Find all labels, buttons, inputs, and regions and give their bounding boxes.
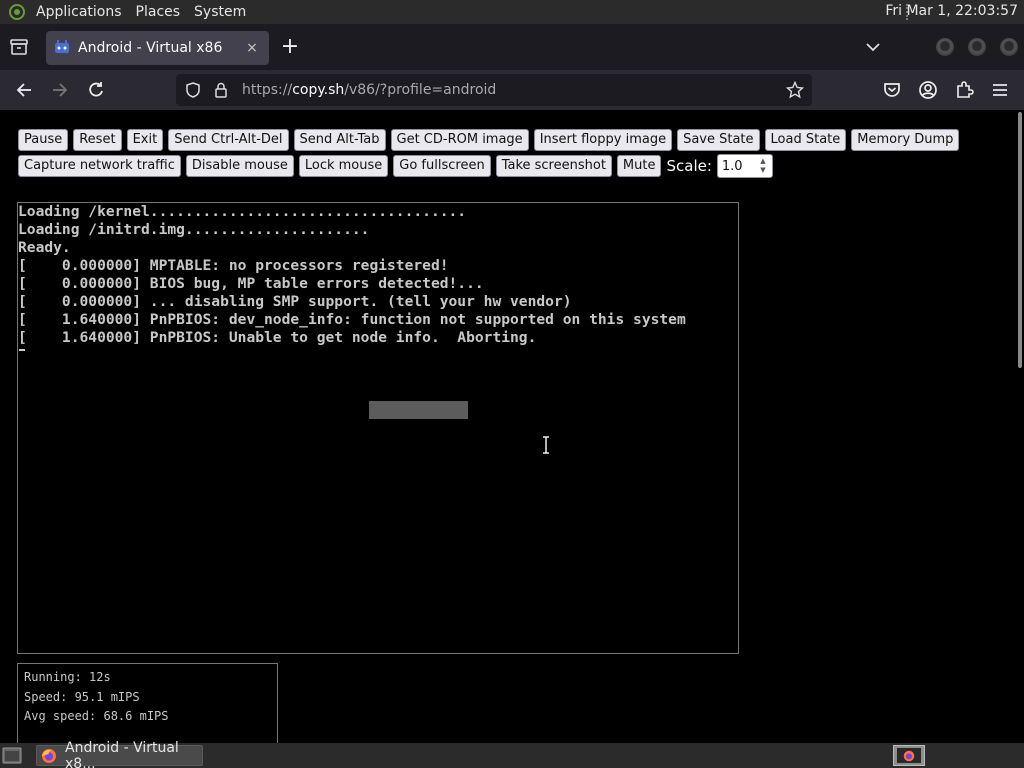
taskbar-item-title: Android - Virtual x8...	[65, 739, 179, 768]
scale-label: Scale:	[666, 157, 712, 175]
menu-applications[interactable]: Applications	[32, 4, 136, 20]
insert-floppy-image-button[interactable]: Insert floppy image	[533, 129, 673, 151]
console-line: Ready.	[18, 239, 71, 256]
tab-bar: Android - Virtual x86 × +	[0, 24, 1024, 70]
url-scheme: https://	[242, 82, 293, 98]
reload-icon[interactable]	[86, 80, 106, 100]
menu-system[interactable]: System	[194, 4, 256, 20]
extensions-puzzle-icon[interactable]	[954, 80, 974, 100]
minimize-window-icon[interactable]	[936, 38, 954, 56]
url-bar[interactable]: https://copy.sh/v86/?profile=android	[176, 74, 812, 106]
scale-value: 1.0	[721, 158, 743, 174]
workspace-firefox-icon	[897, 748, 921, 763]
get-cdrom-image-button[interactable]: Get CD-ROM image	[390, 129, 529, 151]
graphics-placeholder-bar	[369, 401, 468, 419]
distro-logo-icon[interactable]	[8, 3, 26, 21]
capture-network-traffic-button[interactable]: Capture network traffic	[18, 155, 181, 177]
account-icon[interactable]	[918, 80, 938, 100]
top-panel: Applications Places System Fri Mar 1, 22…	[0, 0, 1024, 24]
avg-speed: Avg speed: 68.6 mIPS	[24, 709, 169, 723]
pause-button[interactable]: Pause	[18, 129, 69, 151]
hamburger-menu-icon[interactable]	[990, 80, 1010, 100]
memory-dump-button[interactable]: Memory Dump	[851, 129, 960, 151]
speed: Speed: 95.1 mIPS	[24, 689, 140, 704]
bookmark-star-icon[interactable]	[785, 80, 805, 99]
page-scrollbar[interactable]	[1016, 110, 1024, 743]
console-line: [ 0.000000] ... disabling SMP support. (…	[18, 293, 572, 310]
url-text[interactable]: https://copy.sh/v86/?profile=android	[242, 82, 496, 98]
disable-mouse-button[interactable]: Disable mouse	[185, 155, 294, 177]
maximize-window-icon[interactable]	[968, 38, 986, 56]
url-host: copy.sh	[292, 82, 345, 98]
nav-bar: https://copy.sh/v86/?profile=android	[0, 70, 1024, 110]
lock-mouse-button[interactable]: Lock mouse	[298, 155, 389, 177]
workspace-switcher[interactable]	[893, 745, 925, 766]
lock-icon[interactable]	[212, 81, 230, 99]
forward-arrow-icon[interactable]	[50, 80, 70, 100]
pocket-icon[interactable]	[882, 80, 902, 100]
page-content: Pause Reset Exit Send Ctrl-Alt-Del Send …	[0, 110, 1016, 745]
back-arrow-icon[interactable]	[14, 80, 34, 100]
vm-screen[interactable]: Loading /kernel.........................…	[17, 202, 739, 654]
v86-favicon-icon	[54, 40, 70, 56]
save-state-button[interactable]: Save State	[677, 129, 760, 151]
tab-close-icon[interactable]: ×	[241, 40, 263, 56]
console-line: [ 0.000000] MPTABLE: no processors regis…	[18, 257, 449, 274]
new-tab-button[interactable]: +	[280, 36, 300, 60]
list-all-tabs-chevron-icon[interactable]	[864, 38, 882, 56]
tab-title: Android - Virtual x86	[78, 40, 223, 56]
clock[interactable]: Fri Mar 1, 22:03:57	[885, 3, 1018, 19]
console-line: [ 1.640000] PnPBIOS: dev_node_info: func…	[18, 311, 686, 328]
tab-android-virtual-x86[interactable]: Android - Virtual x86 ×	[46, 31, 269, 65]
tracking-protection-shield-icon[interactable]	[184, 81, 202, 99]
control-buttons-row-2: Capture network traffic Disable mouse Lo…	[18, 154, 773, 178]
scale-input[interactable]: 1.0 ▲ ▼	[716, 154, 773, 178]
runtime-stats-panel: Running: 12s Speed: 95.1 mIPS Avg speed:…	[17, 663, 278, 745]
send-alt-tab-button[interactable]: Send Alt-Tab	[293, 129, 386, 151]
take-screenshot-button[interactable]: Take screenshot	[495, 155, 612, 177]
firefox-icon	[41, 748, 57, 764]
firefox-view-icon[interactable]	[9, 38, 29, 56]
menu-places[interactable]: Places	[136, 4, 195, 20]
console-line: Loading /kernel.........................…	[18, 203, 467, 220]
control-buttons-row-1: Pause Reset Exit Send Ctrl-Alt-Del Send …	[18, 129, 960, 151]
console-line: [ 1.640000] PnPBIOS: Unable to get node …	[18, 329, 537, 346]
taskbar-item-firefox[interactable]: Android - Virtual x8...	[36, 740, 203, 768]
console-cursor	[19, 349, 25, 351]
mute-button[interactable]: Mute	[616, 155, 662, 177]
mouse-ibeam-cursor-icon	[542, 436, 550, 454]
console-line: Loading /initrd.img.....................	[18, 221, 370, 238]
console-line: [ 0.000000] BIOS bug, MP table errors de…	[18, 275, 484, 292]
exit-button[interactable]: Exit	[126, 129, 164, 151]
reset-button[interactable]: Reset	[73, 129, 122, 151]
show-desktop-icon[interactable]	[2, 747, 22, 764]
scale-spinner-icon[interactable]: ▲ ▼	[757, 157, 769, 175]
console-output: Loading /kernel.........................…	[18, 203, 686, 347]
url-path: /v86/?profile=android	[344, 82, 497, 98]
scrollbar-thumb[interactable]	[1018, 112, 1022, 368]
close-window-icon[interactable]	[1000, 38, 1018, 56]
go-fullscreen-button[interactable]: Go fullscreen	[393, 155, 491, 177]
load-state-button[interactable]: Load State	[764, 129, 847, 151]
bottom-panel: Android - Virtual x8...	[0, 740, 1024, 768]
running-time: Running: 12s	[24, 670, 111, 684]
send-ctrl-alt-del-button[interactable]: Send Ctrl-Alt-Del	[168, 129, 289, 151]
